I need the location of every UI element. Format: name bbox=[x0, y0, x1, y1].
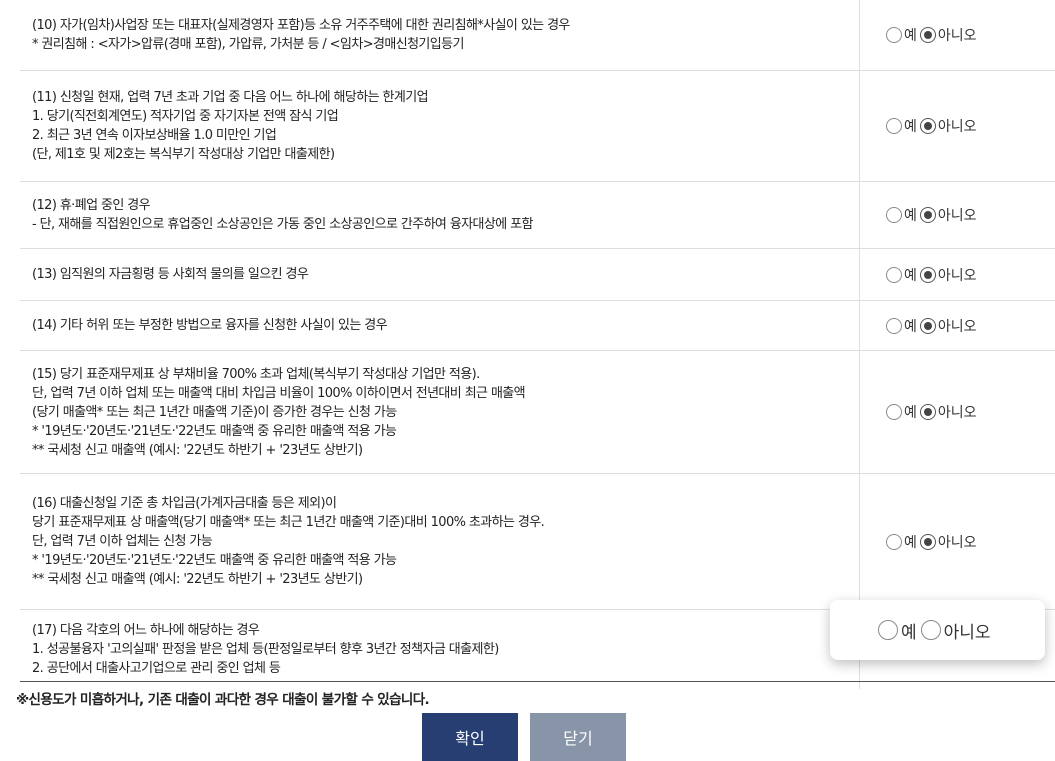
radio-yes[interactable] bbox=[886, 207, 902, 223]
criteria-text: (12) 휴·폐업 중인 경우 - 단, 재해를 직접원인으로 휴업중인 소상공인… bbox=[20, 182, 860, 248]
radio-yes[interactable] bbox=[886, 404, 902, 420]
radio-yes-label: 예 bbox=[901, 622, 917, 643]
radio-no-label: 아니오 bbox=[937, 28, 977, 44]
radio-yes-label: 예 bbox=[904, 405, 917, 421]
radio-yes[interactable] bbox=[886, 118, 902, 134]
criteria-text: (17) 다음 각호의 어느 하나에 해당하는 경우 1. 성공불융자 '고의실… bbox=[20, 610, 860, 689]
radio-yes[interactable] bbox=[886, 27, 902, 43]
radio-group: 예 아니오 bbox=[860, 301, 1055, 350]
radio-yes-label: 예 bbox=[904, 318, 917, 335]
radio-group: 예 아니오 bbox=[860, 249, 1055, 300]
radio-no[interactable] bbox=[919, 266, 936, 283]
radio-no[interactable] bbox=[919, 27, 936, 43]
radio-yes[interactable] bbox=[886, 533, 902, 550]
criteria-line: ** 국세청 신고 매출액 (예시: '22년도 하반기 + '23년도 상반기… bbox=[32, 572, 363, 587]
criteria-line: (12) 휴·폐업 중인 경우 bbox=[32, 198, 151, 213]
criteria-line: * 권리침해 : <자가>압류(경매 포함), 가압류, 가처분 등 / <임차… bbox=[32, 37, 464, 52]
criteria-line: (단, 제1호 및 제2호는 복식부기 작성대상 기업만 대출제한) bbox=[32, 147, 335, 162]
criteria-row: (12) 휴·폐업 중인 경우 - 단, 재해를 직접원인으로 휴업중인 소상공인… bbox=[20, 182, 1055, 249]
radio-group: 예 아니오 bbox=[860, 0, 1055, 70]
criteria-line: (10) 자가(임차)사업장 또는 대표자(실제경영자 포함)등 소유 거주주택… bbox=[32, 18, 570, 33]
criteria-line: 단, 업력 7년 이하 업체 또는 매출액 대비 차입금 비율이 100% 이하… bbox=[32, 385, 526, 401]
radio-group: 예 아니오 bbox=[860, 351, 1055, 473]
radio-no-17-zoom[interactable] bbox=[920, 620, 941, 640]
radio-yes-label: 예 bbox=[904, 119, 917, 135]
criteria-text: (14) 기타 허위 또는 부정한 방법으로 융자를 신청한 사실이 있는 경우 bbox=[20, 301, 860, 350]
criteria-text: (10) 자가(임차)사업장 또는 대표자(실제경영자 포함)등 소유 거주주택… bbox=[20, 0, 860, 70]
criteria-text: (13) 임직원의 자금횡령 등 사회적 물의를 일으킨 경우 bbox=[20, 249, 860, 300]
criteria-line: (15) 당기 표준재무제표 상 부채비율 700% 초과 업체(복식부기 작성… bbox=[32, 366, 480, 382]
radio-group: 예 아니오 bbox=[860, 474, 1055, 609]
criteria-line: 2. 공단에서 대출사고기업으로 관리 중인 업체 등 bbox=[32, 661, 281, 676]
radio-no[interactable] bbox=[919, 533, 936, 550]
radio-no-label: 아니오 bbox=[937, 534, 977, 551]
radio-no-label: 아니오 bbox=[937, 267, 977, 284]
criteria-row: (10) 자가(임차)사업장 또는 대표자(실제경영자 포함)등 소유 거주주택… bbox=[20, 0, 1055, 71]
confirm-button[interactable]: 확인 bbox=[422, 713, 518, 761]
criteria-line: (당기 매출액* 또는 최근 1년간 매출액 기준)이 증가한 경우는 신청 가… bbox=[32, 404, 397, 420]
radio-no[interactable] bbox=[919, 118, 936, 134]
criteria-text: (15) 당기 표준재무제표 상 부채비율 700% 초과 업체(복식부기 작성… bbox=[20, 351, 860, 473]
radio-yes-17-zoom[interactable] bbox=[878, 620, 898, 640]
radio-yes-label: 예 bbox=[904, 28, 917, 44]
criteria-line: * '19년도·'20년도·'21년도·'22년도 매출액 중 유리한 매출액 … bbox=[32, 423, 397, 439]
criteria-line: 1. 성공불융자 '고의실패' 판정을 받은 업체 등(판정일로부터 향후 3년… bbox=[32, 642, 499, 657]
criteria-row: (16) 대출신청일 기준 총 차입금(가계자금대출 등은 제외)이당기 표준재… bbox=[20, 474, 1055, 610]
criteria-line: (14) 기타 허위 또는 부정한 방법으로 융자를 신청한 사실이 있는 경우 bbox=[32, 318, 388, 333]
credit-notice: ※신용도가 미흡하거나, 기존 대출이 과다한 경우 대출이 불가할 수 있습니… bbox=[16, 692, 430, 708]
radio-no[interactable] bbox=[919, 404, 936, 420]
criteria-line: (11) 신청일 현재, 업력 7년 초과 기업 중 다음 어느 하나에 해당하… bbox=[32, 90, 429, 105]
radio-group: 예 아니오 bbox=[860, 71, 1055, 181]
radio-no-label: 아니오 bbox=[937, 405, 977, 421]
criteria-row: (14) 기타 허위 또는 부정한 방법으로 융자를 신청한 사실이 있는 경우… bbox=[20, 301, 1055, 351]
radio-yes-label: 예 bbox=[904, 208, 917, 224]
zoomed-radio-group-17: 예 아니오 bbox=[830, 600, 1045, 660]
radio-no-label: 아니오 bbox=[937, 318, 977, 335]
radio-no-label: 아니오 bbox=[943, 622, 991, 643]
criteria-line: ** 국세청 신고 매출액 (예시: '22년도 하반기 + '23년도 상반기… bbox=[32, 442, 363, 458]
radio-no-label: 아니오 bbox=[937, 208, 977, 224]
radio-no[interactable] bbox=[919, 207, 936, 223]
radio-yes[interactable] bbox=[886, 266, 902, 283]
radio-yes-label: 예 bbox=[904, 267, 917, 284]
criteria-line: 2. 최근 3년 연속 이자보상배율 1.0 미만인 기업 bbox=[32, 128, 277, 143]
divider bbox=[20, 681, 1055, 682]
criteria-row: (13) 임직원의 자금횡령 등 사회적 물의를 일으킨 경우 예 아니오 bbox=[20, 249, 1055, 301]
radio-no-label: 아니오 bbox=[937, 119, 977, 135]
criteria-line: 단, 업력 7년 이하 업체는 신청 가능 bbox=[32, 534, 213, 549]
criteria-row: (11) 신청일 현재, 업력 7년 초과 기업 중 다음 어느 하나에 해당하… bbox=[20, 71, 1055, 182]
criteria-line: 당기 표준재무제표 상 매출액(당기 매출액* 또는 최근 1년간 매출액 기준… bbox=[32, 515, 545, 530]
criteria-table: (10) 자가(임차)사업장 또는 대표자(실제경영자 포함)등 소유 거주주택… bbox=[20, 0, 1055, 689]
criteria-line: - 단, 재해를 직접원인으로 휴업중인 소상공인은 가동 중인 소상공인으로 … bbox=[32, 217, 533, 232]
criteria-line: * '19년도·'20년도·'21년도·'22년도 매출액 중 유리한 매출액 … bbox=[32, 553, 397, 568]
criteria-text: (11) 신청일 현재, 업력 7년 초과 기업 중 다음 어느 하나에 해당하… bbox=[20, 71, 860, 181]
criteria-line: 1. 당기(직전회계연도) 적자기업 중 자기자본 전액 잠식 기업 bbox=[32, 109, 339, 124]
criteria-row: (15) 당기 표준재무제표 상 부채비율 700% 초과 업체(복식부기 작성… bbox=[20, 351, 1055, 474]
close-button[interactable]: 닫기 bbox=[530, 713, 626, 761]
radio-yes[interactable] bbox=[886, 317, 902, 334]
criteria-line: (16) 대출신청일 기준 총 차입금(가계자금대출 등은 제외)이 bbox=[32, 496, 337, 511]
radio-no[interactable] bbox=[919, 317, 936, 334]
criteria-line: (13) 임직원의 자금횡령 등 사회적 물의를 일으킨 경우 bbox=[32, 267, 309, 282]
radio-group: 예 아니오 bbox=[860, 182, 1055, 248]
criteria-line: (17) 다음 각호의 어느 하나에 해당하는 경우 bbox=[32, 623, 260, 638]
radio-yes-label: 예 bbox=[904, 534, 917, 551]
criteria-text: (16) 대출신청일 기준 총 차입금(가계자금대출 등은 제외)이당기 표준재… bbox=[20, 474, 860, 609]
